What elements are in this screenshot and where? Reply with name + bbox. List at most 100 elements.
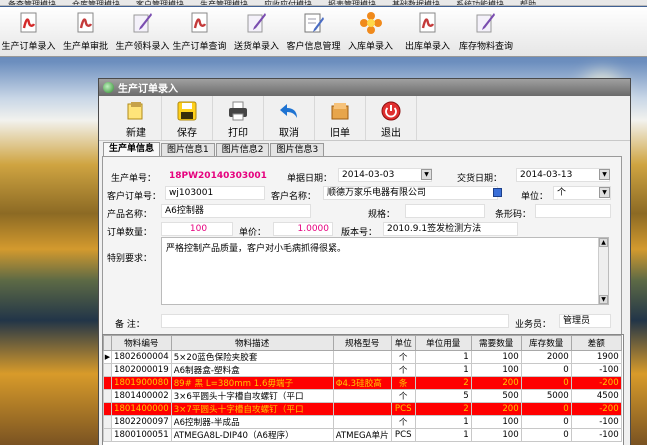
cell-spec[interactable] bbox=[332, 402, 392, 416]
toolbar-button-2[interactable]: 生产领料录入 bbox=[114, 7, 171, 56]
table-row[interactable]: 1801900080 89# 黑 L=380mm 1.6毋端子 Φ4.3硅胶高条 2 2… bbox=[103, 376, 622, 390]
toolbar-button-5[interactable]: 客户信息管理 bbox=[285, 7, 342, 56]
unit-dropdown-icon[interactable]: ▼ bbox=[599, 187, 610, 198]
cell-desc[interactable]: A6制器盒-塑料盒 bbox=[170, 363, 334, 377]
cell-unit[interactable]: PCS bbox=[390, 428, 416, 442]
cell-diff[interactable]: 1900 bbox=[570, 350, 622, 364]
delivery-date-dropdown-icon[interactable]: ▼ bbox=[599, 169, 610, 180]
cell-diff[interactable]: -200 bbox=[570, 402, 622, 416]
delivery-date-field[interactable]: 2014-03-13 bbox=[516, 168, 610, 182]
table-row[interactable]: 1802000019 A6制器盒-塑料盒 个 1 100 0 -100 bbox=[103, 363, 622, 377]
grid-column-header[interactable]: 规格型号 bbox=[332, 335, 392, 351]
cell-unit[interactable]: 个 bbox=[390, 389, 416, 403]
cell-desc[interactable]: A6控制器-半成品 bbox=[170, 415, 334, 429]
cell-need[interactable]: 100 bbox=[470, 415, 522, 429]
cell-need[interactable]: 500 bbox=[470, 389, 522, 403]
version-field[interactable]: 2010.9.1签发检测方法 bbox=[383, 222, 518, 236]
cell-stock[interactable]: 0 bbox=[520, 415, 572, 429]
top-menu-item[interactable]: 系统功能模块 bbox=[448, 1, 512, 6]
dialog-button-0[interactable]: 新建 bbox=[111, 96, 162, 140]
doc-date-dropdown-icon[interactable]: ▼ bbox=[421, 169, 432, 180]
dialog-titlebar[interactable]: 生产订单录入 bbox=[99, 79, 630, 96]
top-menu-item[interactable]: 客户管理模块 bbox=[128, 1, 192, 6]
cell-diff[interactable]: -100 bbox=[570, 428, 622, 442]
cell-diff[interactable]: -200 bbox=[570, 376, 622, 390]
tab-0[interactable]: 生产单信息 bbox=[103, 142, 161, 156]
table-row[interactable]: 1801400000 3×7平圆头十字槽自攻螺钉（平口 PCS 2 200 0 -200 bbox=[103, 402, 622, 416]
grid-column-header[interactable]: 物料编号 bbox=[111, 335, 172, 351]
cell-spec[interactable] bbox=[332, 363, 392, 377]
toolbar-button-4[interactable]: 送货单录入 bbox=[228, 7, 285, 56]
top-menu-item[interactable]: 生产管理模块 bbox=[192, 1, 256, 6]
cell-stock[interactable]: 0 bbox=[520, 402, 572, 416]
cell-per[interactable]: 1 bbox=[414, 415, 472, 429]
toolbar-button-1[interactable]: 生产单审批 bbox=[57, 7, 114, 56]
cell-unit[interactable]: 个 bbox=[390, 363, 416, 377]
cell-code[interactable]: 1802600004 bbox=[111, 350, 172, 364]
toolbar-button-7[interactable]: 出库单录入 bbox=[399, 7, 456, 56]
cell-code[interactable]: 1801900080 bbox=[111, 376, 172, 390]
unit-price-field[interactable]: 1.0000 bbox=[273, 222, 333, 236]
special-requirements-textarea[interactable]: 严格控制产品质量，客户对小毛病抓得很紧。 ▲ ▼ bbox=[161, 237, 609, 305]
scroll-up-icon[interactable]: ▲ bbox=[599, 238, 608, 247]
remark-field[interactable] bbox=[161, 314, 509, 328]
cell-unit[interactable]: 条 bbox=[390, 376, 416, 390]
table-row[interactable]: 1800100051 ATMEGA8L-DIP40（A6程序） ATMEGA单片 PC… bbox=[103, 428, 622, 442]
grid-column-header[interactable]: 需要数量 bbox=[470, 335, 522, 351]
cell-diff[interactable]: -100 bbox=[570, 415, 622, 429]
cell-code[interactable]: 1800100051 bbox=[111, 428, 172, 442]
dialog-button-3[interactable]: 取消 bbox=[264, 96, 315, 140]
barcode-field[interactable] bbox=[535, 204, 611, 218]
doc-date-field[interactable]: 2014-03-03 bbox=[338, 168, 432, 182]
dialog-button-5[interactable]: 退出 bbox=[366, 96, 417, 140]
cell-desc[interactable]: 3×6平圆头十字槽自攻螺钉（平口 bbox=[170, 389, 334, 403]
top-menu-item[interactable]: 报表管理模块 bbox=[320, 1, 384, 6]
tab-3[interactable]: 图片信息3 bbox=[270, 143, 325, 156]
spec-field[interactable] bbox=[405, 204, 485, 218]
cell-diff[interactable]: -100 bbox=[570, 363, 622, 377]
dialog-button-2[interactable]: 打印 bbox=[213, 96, 264, 140]
cell-spec[interactable] bbox=[332, 350, 392, 364]
cell-desc[interactable]: 5×20蓝色保险夹胶套 bbox=[170, 350, 334, 364]
tab-1[interactable]: 图片信息1 bbox=[161, 143, 215, 156]
toolbar-button-3[interactable]: 生产订单查询 bbox=[171, 7, 228, 56]
table-row[interactable]: 1801400002 3×6平圆头十字槽自攻螺钉（平口 个 5 500 5000 4500 bbox=[103, 389, 622, 403]
customer-lookup-icon[interactable] bbox=[493, 188, 502, 197]
grid-column-header[interactable]: 库存数量 bbox=[520, 335, 572, 351]
cell-need[interactable]: 100 bbox=[470, 363, 522, 377]
top-menu-item[interactable]: 基础数据模块 bbox=[384, 1, 448, 6]
cell-per[interactable]: 1 bbox=[414, 350, 472, 364]
grid-column-header[interactable]: 物料描述 bbox=[170, 335, 334, 351]
textarea-scrollbar[interactable]: ▲ ▼ bbox=[598, 238, 608, 304]
cell-stock[interactable]: 5000 bbox=[520, 389, 572, 403]
cell-desc[interactable]: 3×7平圆头十字槽自攻螺钉（平口 bbox=[170, 402, 334, 416]
grid-column-header[interactable]: 差额 bbox=[570, 335, 622, 351]
dialog-button-4[interactable]: 旧单 bbox=[315, 96, 366, 140]
cell-per[interactable]: 5 bbox=[414, 389, 472, 403]
grid-column-header[interactable]: 单位 bbox=[390, 335, 416, 351]
cell-need[interactable]: 200 bbox=[470, 402, 522, 416]
top-menu-item[interactable]: 仓库管理模块 bbox=[64, 1, 128, 6]
cell-unit[interactable]: PCS bbox=[390, 402, 416, 416]
customer-order-field[interactable]: wj103001 bbox=[165, 186, 265, 200]
scroll-down-icon[interactable]: ▼ bbox=[599, 295, 608, 304]
dialog-button-1[interactable]: 保存 bbox=[162, 96, 213, 140]
top-menu-item[interactable]: 帮助 bbox=[512, 1, 544, 6]
toolbar-button-6[interactable]: 入库单录入 bbox=[342, 7, 399, 56]
cell-stock[interactable]: 0 bbox=[520, 376, 572, 390]
cell-per[interactable]: 1 bbox=[414, 428, 472, 442]
tab-2[interactable]: 图片信息2 bbox=[215, 143, 270, 156]
table-row[interactable]: 1802200097 A6控制器-半成品 个 1 100 0 -100 bbox=[103, 415, 622, 429]
top-menu-item[interactable]: 应收应付模块 bbox=[256, 1, 320, 6]
cell-per[interactable]: 1 bbox=[414, 363, 472, 377]
toolbar-button-8[interactable]: 库存物料查询 bbox=[456, 7, 516, 56]
order-no-value[interactable]: 18PW20140303001 bbox=[165, 169, 285, 183]
cell-spec[interactable]: Φ4.3硅胶高 bbox=[332, 376, 392, 390]
cell-spec[interactable]: ATMEGA单片 bbox=[332, 428, 392, 442]
cell-spec[interactable] bbox=[332, 389, 392, 403]
cell-need[interactable]: 200 bbox=[470, 376, 522, 390]
cell-desc[interactable]: 89# 黑 L=380mm 1.6毋端子 bbox=[170, 376, 334, 390]
cell-per[interactable]: 2 bbox=[414, 376, 472, 390]
order-qty-field[interactable]: 100 bbox=[161, 222, 233, 236]
cell-stock[interactable]: 2000 bbox=[520, 350, 572, 364]
